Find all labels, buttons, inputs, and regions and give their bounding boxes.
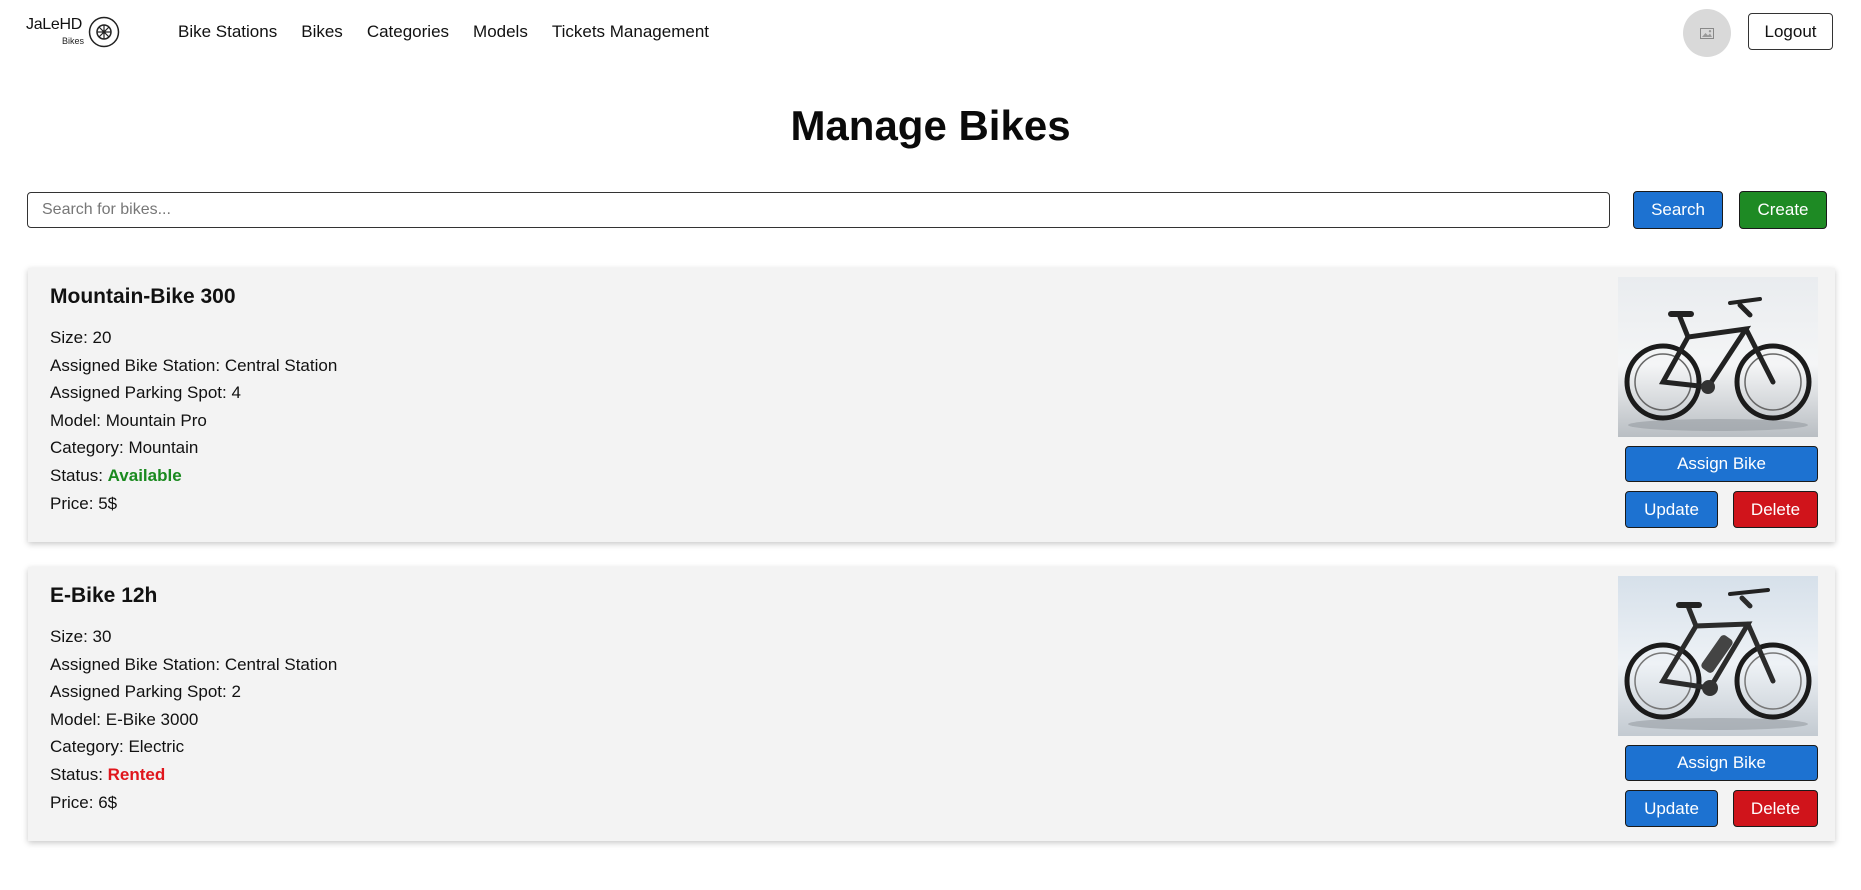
assign-bike-button[interactable]: Assign Bike <box>1625 745 1818 781</box>
bike-model: Model: Mountain Pro <box>50 410 207 430</box>
nav-tickets-management[interactable]: Tickets Management <box>552 22 709 42</box>
logo-text: JaLeHD <box>26 16 83 33</box>
top-navbar: JaLeHD Bikes Bike Stations Bikes Categor… <box>0 0 1861 66</box>
nav-bike-stations[interactable]: Bike Stations <box>178 22 277 42</box>
logo[interactable]: JaLeHD Bikes <box>26 16 124 52</box>
bike-station: Assigned Bike Station: Central Station <box>50 355 338 375</box>
update-button[interactable]: Update <box>1625 790 1718 827</box>
bike-category: Category: Mountain <box>50 438 199 458</box>
bike-image <box>1618 277 1818 437</box>
logout-button[interactable]: Logout <box>1748 13 1833 50</box>
nav-bikes[interactable]: Bikes <box>301 22 343 42</box>
bike-price: Price: 6$ <box>50 792 118 812</box>
main-nav: Bike Stations Bikes Categories Models Ti… <box>178 22 709 42</box>
logo-subtext: Bikes <box>62 36 85 46</box>
bike-parking-spot: Assigned Parking Spot: 4 <box>50 383 241 403</box>
delete-button[interactable]: Delete <box>1733 790 1818 827</box>
search-button[interactable]: Search <box>1633 191 1723 229</box>
bike-category: Category: Electric <box>50 737 185 757</box>
nav-models[interactable]: Models <box>473 22 528 42</box>
bicycle-wheel-icon <box>88 16 120 48</box>
bike-name: Mountain-Bike 300 <box>50 285 236 308</box>
bike-model: Model: E-Bike 3000 <box>50 709 199 729</box>
bike-name: E-Bike 12h <box>50 584 158 607</box>
bike-size: Size: 30 <box>50 627 112 646</box>
assign-bike-button[interactable]: Assign Bike <box>1625 446 1818 482</box>
bike-size: Size: 20 <box>50 328 112 347</box>
bike-card: E-Bike 12h Size: 30 Assigned Bike Statio… <box>28 567 1835 841</box>
avatar[interactable] <box>1683 9 1731 57</box>
page-title: Manage Bikes <box>790 102 1071 149</box>
bike-station: Assigned Bike Station: Central Station <box>50 654 338 674</box>
delete-button[interactable]: Delete <box>1733 491 1818 528</box>
bike-price: Price: 5$ <box>50 493 118 513</box>
update-button[interactable]: Update <box>1625 491 1718 528</box>
bike-status: Status: Available <box>50 465 182 485</box>
create-button[interactable]: Create <box>1739 191 1827 229</box>
bike-status: Status: Rented <box>50 764 166 784</box>
bike-image <box>1618 576 1818 736</box>
bike-parking-spot: Assigned Parking Spot: 2 <box>50 682 241 702</box>
image-placeholder-icon <box>1700 27 1714 39</box>
status-badge: Rented <box>107 764 166 784</box>
bike-card: Mountain-Bike 300 Size: 20 Assigned Bike… <box>28 268 1835 542</box>
nav-categories[interactable]: Categories <box>367 22 449 42</box>
bike-details: Size: 20 Assigned Bike Station: Central … <box>50 324 337 517</box>
bike-details: Size: 30 Assigned Bike Station: Central … <box>50 623 337 816</box>
search-input[interactable] <box>27 192 1610 228</box>
status-badge: Available <box>107 465 182 485</box>
